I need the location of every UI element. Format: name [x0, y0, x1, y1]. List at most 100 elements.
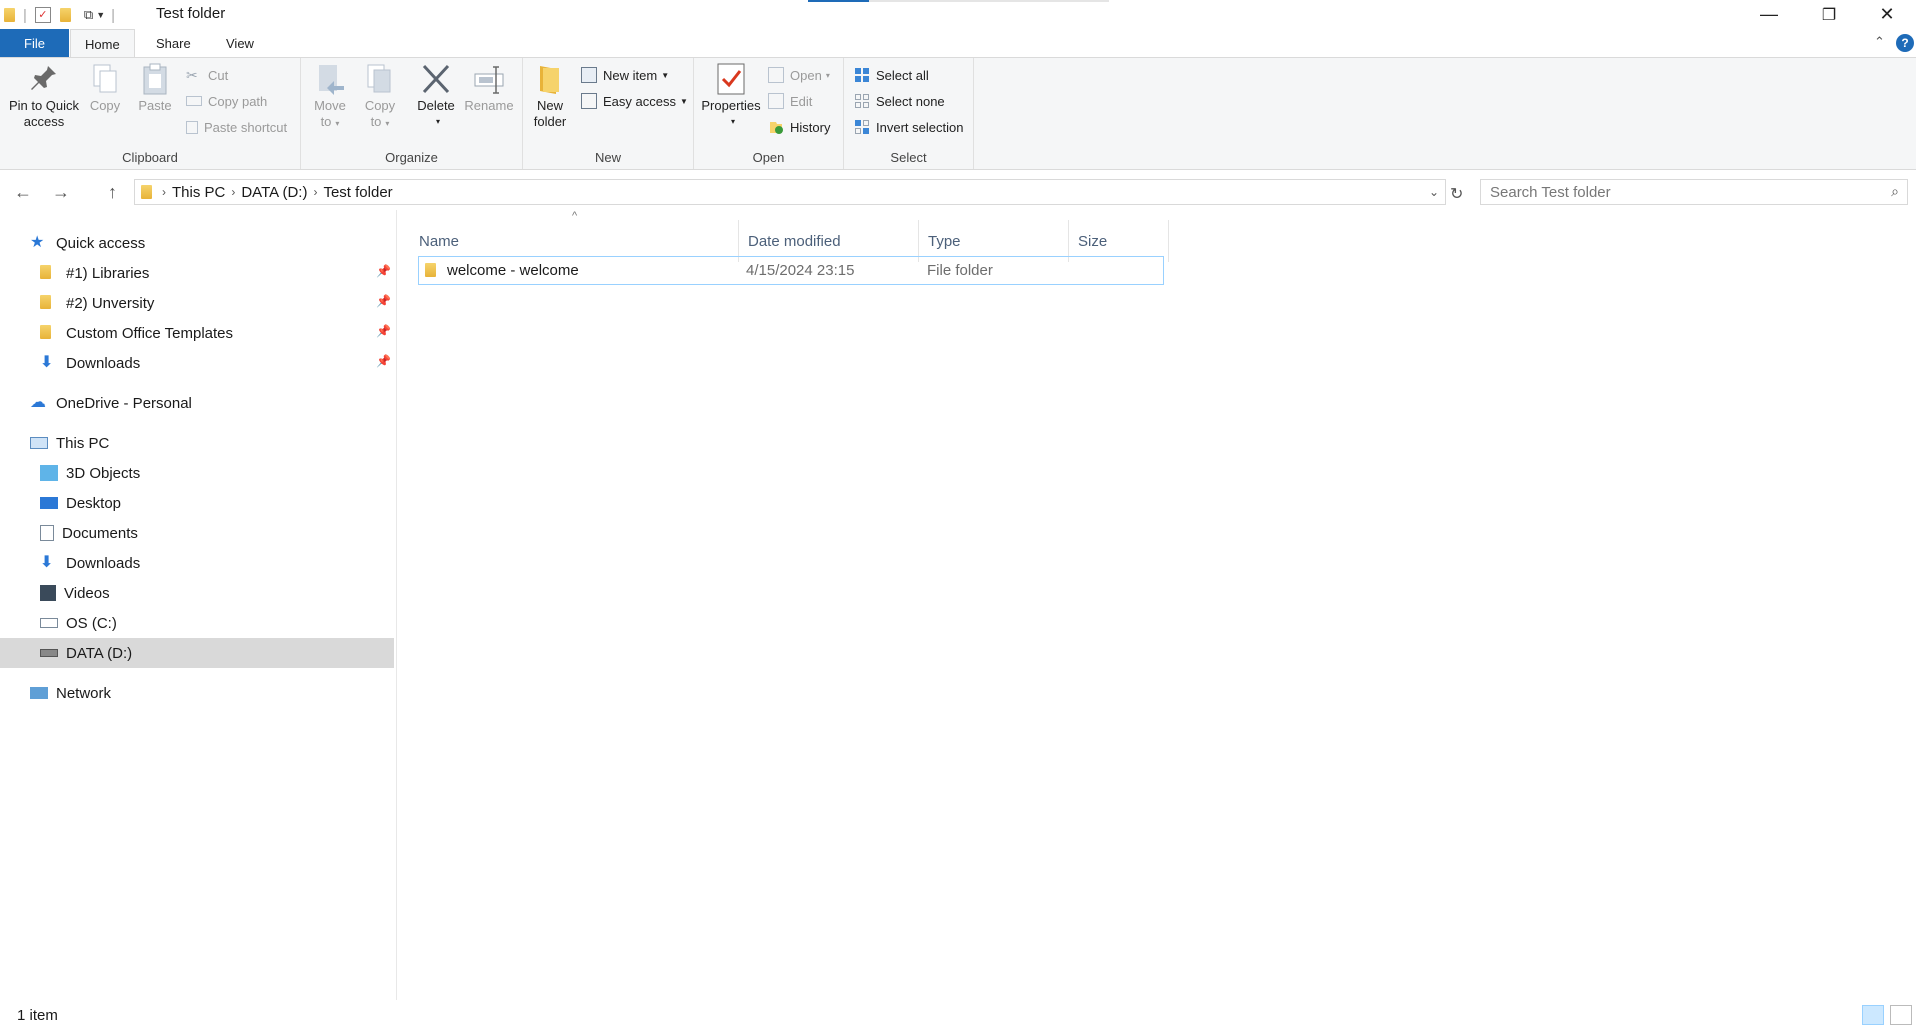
cloud-icon: ☁ — [30, 394, 46, 411]
refresh-icon[interactable]: ↻ — [1450, 184, 1463, 204]
computer-icon — [30, 437, 48, 449]
select-all-button[interactable]: Select all — [854, 65, 929, 85]
copy-to-icon — [364, 62, 396, 96]
address-bar[interactable]: › This PC › DATA (D:) › Test folder ⌄ — [134, 179, 1446, 205]
new-item-button[interactable]: New item ▼ — [581, 65, 669, 85]
search-icon[interactable]: ⌕ — [1891, 183, 1899, 200]
navigation-pane: ★ Quick access #1) Libraries 📌 #2) Unver… — [0, 228, 394, 998]
chevron-down-icon: ▾ — [385, 119, 390, 128]
title-accent-track — [869, 0, 1109, 2]
rename-button[interactable]: Rename — [463, 62, 515, 114]
copy-to-button[interactable]: Copy to ▾ — [361, 62, 399, 132]
paste-shortcut-button[interactable]: Paste shortcut — [186, 117, 287, 137]
nav-quick-item[interactable]: Custom Office Templates — [40, 318, 233, 348]
organize-group-label: Organize — [385, 150, 438, 165]
folder-icon — [40, 325, 58, 341]
large-icons-view-icon[interactable] — [1890, 1005, 1912, 1025]
nav-pc-item[interactable]: Documents — [40, 518, 138, 548]
pin-icon[interactable]: 📌 — [376, 324, 391, 338]
details-view-icon[interactable] — [1862, 1005, 1884, 1025]
invert-selection-icon — [854, 119, 870, 135]
properties-qat-icon[interactable]: ✓ — [34, 7, 51, 23]
restore-button[interactable]: ❐ — [1800, 0, 1858, 29]
nav-quick-item[interactable]: #1) Libraries — [40, 258, 149, 288]
nav-onedrive[interactable]: ☁ OneDrive - Personal — [30, 388, 192, 418]
edit-icon — [768, 93, 784, 109]
pane-splitter[interactable] — [396, 210, 397, 1000]
nav-pc-item[interactable]: Videos — [40, 578, 110, 608]
chevron-down-icon: ▾ — [825, 70, 830, 80]
pin-to-quick-access-button[interactable]: Pin to Quick access — [6, 62, 82, 130]
chevron-right-icon[interactable]: › — [313, 185, 317, 199]
breadcrumb-data-d[interactable]: DATA (D:) — [241, 184, 307, 201]
nav-quick-item[interactable]: #2) Unversity — [40, 288, 154, 318]
chevron-right-icon[interactable]: › — [162, 185, 166, 199]
nav-pc-item-selected[interactable]: DATA (D:) — [0, 638, 394, 668]
chevron-down-icon: ▼ — [661, 70, 670, 80]
copy-button[interactable]: Copy — [86, 62, 124, 114]
pin-icon[interactable]: 📌 — [376, 264, 391, 278]
open-group: Properties ▾ Open ▾ Edit History Open — [694, 58, 844, 169]
select-none-icon — [854, 93, 870, 109]
up-arrow-icon[interactable]: ↑ — [108, 182, 117, 203]
cut-button[interactable]: ✂ Cut — [186, 65, 228, 85]
nav-pc-item[interactable]: Desktop — [40, 488, 121, 518]
cube-icon — [40, 465, 58, 481]
forward-arrow-icon[interactable]: → — [52, 182, 70, 203]
pin-icon[interactable]: 📌 — [376, 294, 391, 308]
invert-selection-button[interactable]: Invert selection — [854, 117, 963, 137]
collapse-ribbon-icon[interactable]: ⌃ — [1874, 34, 1885, 50]
nav-pc-item[interactable]: 3D Objects — [40, 458, 140, 488]
nav-quick-item[interactable]: ⬇ Downloads — [40, 348, 140, 378]
properties-button[interactable]: Properties ▾ — [699, 62, 763, 130]
tab-home[interactable]: Home — [70, 29, 135, 58]
nav-this-pc[interactable]: This PC — [30, 428, 109, 458]
file-name: welcome - welcome — [447, 262, 579, 279]
tab-file[interactable]: File — [0, 29, 69, 57]
address-history-chevron-icon[interactable]: ⌄ — [1429, 185, 1439, 199]
status-bar: 1 item — [0, 1003, 1916, 1027]
history-button[interactable]: History — [768, 117, 830, 137]
film-icon — [40, 585, 56, 601]
easy-access-button[interactable]: Easy access ▼ — [581, 91, 688, 111]
copy-icon — [89, 62, 121, 96]
copy-path-button[interactable]: Copy path — [186, 91, 267, 111]
pin-icon[interactable]: 📌 — [376, 354, 391, 368]
minimize-button[interactable]: — — [1740, 0, 1798, 29]
select-none-button[interactable]: Select none — [854, 91, 945, 111]
tab-view[interactable]: View — [212, 29, 268, 57]
nav-network[interactable]: Network — [30, 678, 111, 708]
select-all-icon — [854, 67, 870, 83]
file-row[interactable]: welcome - welcome 4/15/2024 23:15 File f… — [418, 256, 1164, 285]
open-button[interactable]: Open ▾ — [768, 65, 830, 85]
breadcrumb-this-pc[interactable]: This PC — [172, 184, 225, 201]
back-arrow-icon[interactable]: ← — [14, 182, 32, 203]
qat-dropdown-icon[interactable]: ▼ — [96, 10, 105, 20]
window-title: Test folder — [156, 5, 226, 22]
document-icon — [40, 525, 54, 541]
close-button[interactable]: ✕ — [1858, 0, 1916, 29]
tab-share[interactable]: Share — [142, 29, 205, 57]
nav-pc-item[interactable]: ⬇ Downloads — [40, 548, 140, 578]
new-group: New folder New item ▼ Easy access ▼ New — [523, 58, 694, 169]
search-input[interactable]: Search Test folder ⌕ — [1480, 179, 1908, 205]
move-to-button[interactable]: Move to ▾ — [311, 62, 349, 132]
ribbon: Pin to Quick access Copy Paste ✂ Cut Cop… — [0, 57, 1916, 170]
chevron-down-icon: ▾ — [730, 117, 735, 126]
breadcrumb-test-folder[interactable]: Test folder — [323, 184, 392, 201]
drive-icon — [40, 649, 58, 657]
folder-icon — [425, 263, 436, 277]
network-icon — [30, 687, 48, 699]
move-to-icon — [314, 62, 346, 96]
help-icon[interactable]: ? — [1896, 34, 1914, 52]
new-folder-button[interactable]: New folder — [531, 62, 569, 130]
delete-button[interactable]: Delete ▾ — [416, 62, 456, 130]
qat-customize-icon[interactable]: ⧉ — [84, 7, 93, 23]
nav-pc-item[interactable]: OS (C:) — [40, 608, 117, 638]
paste-button[interactable]: Paste — [136, 62, 174, 114]
edit-button[interactable]: Edit — [768, 91, 812, 111]
scissors-icon: ✂ — [186, 67, 198, 83]
nav-quick-access[interactable]: ★ Quick access — [30, 228, 145, 258]
new-folder-qat-icon[interactable] — [59, 8, 71, 22]
chevron-right-icon[interactable]: › — [231, 185, 235, 199]
